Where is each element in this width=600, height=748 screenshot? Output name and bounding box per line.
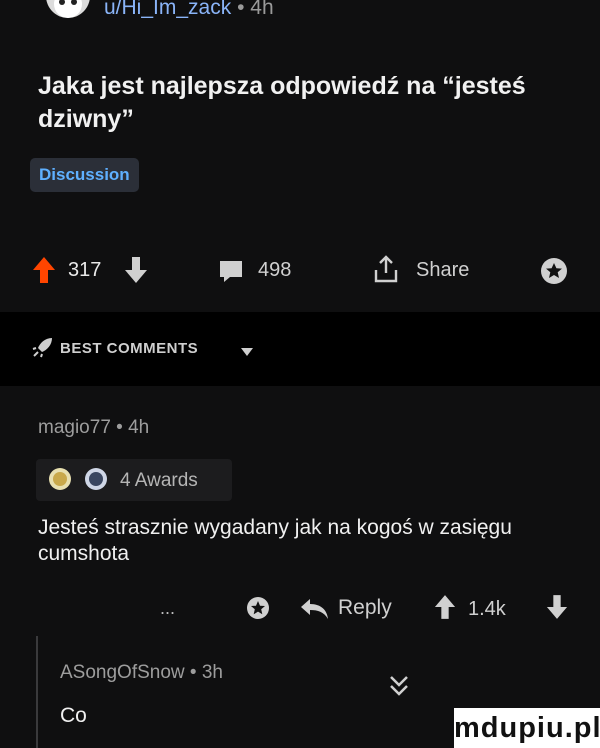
silver-award-icon xyxy=(84,467,108,496)
separator: • xyxy=(116,417,123,438)
share-button[interactable] xyxy=(372,254,400,289)
thread-line[interactable] xyxy=(36,636,38,748)
award-icon xyxy=(541,258,567,284)
comment-author[interactable]: magio77 xyxy=(38,417,111,438)
reply-arrow-icon xyxy=(301,599,328,619)
post-author[interactable]: u/Hi_Im_zack xyxy=(104,0,231,19)
collapse-thread-button[interactable] xyxy=(388,674,410,703)
gold-award-icon xyxy=(48,467,72,496)
downvote-icon xyxy=(125,257,147,283)
comment-bubble-icon xyxy=(220,261,242,282)
comment-meta: magio77 • 4h xyxy=(38,417,149,439)
separator: • xyxy=(189,662,197,683)
sort-chevron-icon[interactable] xyxy=(240,344,254,362)
comment-vote-count: 1.4k xyxy=(468,598,506,620)
downvote-icon xyxy=(546,595,568,619)
award-button[interactable] xyxy=(540,257,568,290)
award-icon xyxy=(247,597,269,619)
post-flair[interactable]: Discussion xyxy=(30,158,139,192)
author-avatar[interactable] xyxy=(46,0,90,18)
comment-downvote-button[interactable] xyxy=(546,594,568,625)
post-author-line: u/Hi_Im_zack • 4h xyxy=(104,0,274,20)
double-chevron-down-icon xyxy=(390,676,408,696)
comment-count: 498 xyxy=(258,259,292,281)
post-title[interactable]: Jaka jest najlepsza odpowiedź na “jesteś… xyxy=(38,70,558,136)
reply-meta: ASongOfSnow • 3h xyxy=(60,662,223,684)
reply-author[interactable]: ASongOfSnow xyxy=(60,662,185,683)
more-options-button[interactable]: ... xyxy=(160,598,175,619)
share-label[interactable]: Share xyxy=(416,259,469,282)
upvote-icon xyxy=(33,257,55,283)
comment-upvote-button[interactable] xyxy=(434,594,456,625)
reply-age: 3h xyxy=(201,662,223,683)
upvote-button[interactable] xyxy=(32,256,56,289)
rocket-icon xyxy=(32,336,54,363)
downvote-button[interactable] xyxy=(124,256,148,289)
upvote-icon xyxy=(434,595,456,619)
comments-button[interactable] xyxy=(218,258,244,289)
reply-button[interactable] xyxy=(300,598,330,625)
share-icon xyxy=(374,255,398,283)
comment-award-button[interactable] xyxy=(246,596,270,625)
sort-label[interactable]: BEST COMMENTS xyxy=(60,340,198,357)
comment-body: Jesteś strasznie wygadany jak na kogoś w… xyxy=(38,516,512,565)
reply-body: Co xyxy=(60,704,87,727)
reply-label[interactable]: Reply xyxy=(338,596,392,620)
awards-count: 4 Awards xyxy=(120,470,198,491)
watermark-logo: mdupiu.pl xyxy=(454,708,600,748)
comment-age: 4h xyxy=(128,417,150,438)
post-vote-count: 317 xyxy=(68,259,102,281)
separator: • xyxy=(237,0,245,19)
post-age: 4h xyxy=(250,0,274,19)
